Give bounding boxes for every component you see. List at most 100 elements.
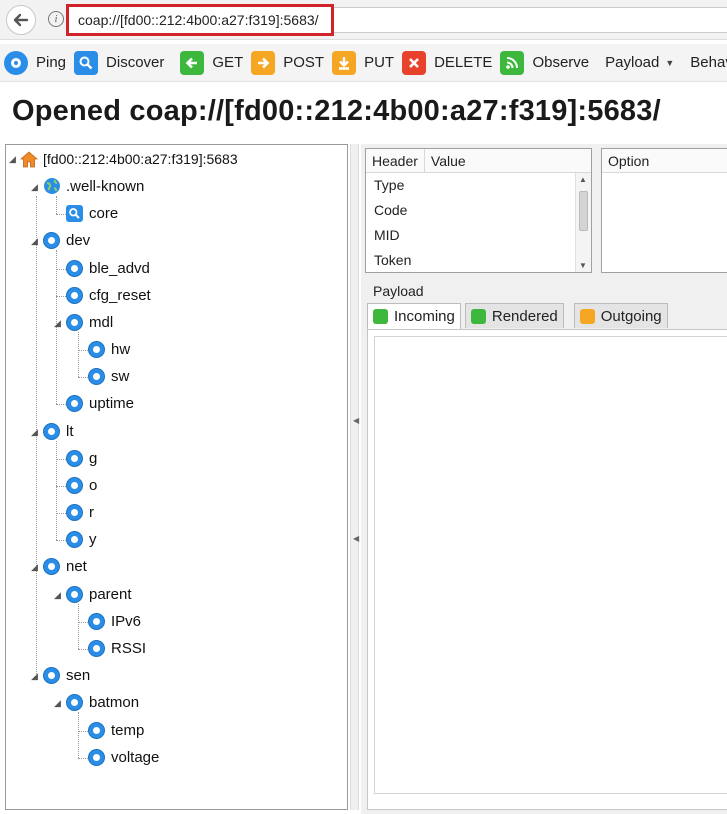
tree-line	[56, 296, 66, 297]
tree-line	[78, 604, 79, 649]
expand-toggle-icon[interactable]: ◢	[54, 590, 61, 601]
tree-node-mdl[interactable]: mdl	[66, 311, 113, 333]
tree-node-label: uptime	[89, 394, 135, 412]
get-button[interactable]: GET	[176, 47, 247, 79]
scroll-thumb[interactable]	[579, 191, 588, 231]
header-table[interactable]: Header Value Type Code MID Token ▲ ▼	[365, 148, 592, 273]
tree-node-r[interactable]: r	[66, 501, 94, 523]
tab-incoming[interactable]: Incoming	[367, 303, 461, 329]
delete-button[interactable]: DELETE	[398, 47, 496, 79]
expand-toggle-icon[interactable]: ◢	[54, 318, 61, 329]
tree-line	[78, 332, 79, 377]
resource-icon	[43, 666, 60, 684]
put-button[interactable]: PUT	[328, 47, 398, 79]
tree-node-label: .well-known	[66, 177, 145, 195]
observe-button[interactable]: Observe	[496, 47, 593, 79]
header-table-head: Header Value	[366, 149, 591, 173]
tree-node-voltage[interactable]: voltage	[88, 746, 159, 768]
tree-node-dev[interactable]: dev	[43, 229, 90, 251]
tree-node-batmon[interactable]: batmon	[66, 691, 139, 713]
rss-icon	[500, 50, 525, 75]
tree-line	[78, 622, 88, 623]
tree-node-rssi[interactable]: RSSI	[88, 637, 146, 659]
tree-node-parent[interactable]: parent	[66, 583, 132, 605]
resource-icon	[66, 476, 83, 494]
behavior-menu[interactable]: Behavior	[686, 47, 727, 79]
payload-menu[interactable]: Payload ▼	[601, 47, 678, 79]
expand-toggle-icon[interactable]: ◢	[31, 671, 38, 682]
option-table[interactable]: Option	[601, 148, 727, 273]
resource-icon	[66, 313, 83, 331]
tree-line	[78, 758, 88, 759]
expand-toggle-icon[interactable]: ◢	[54, 698, 61, 709]
info-icon[interactable]: i	[48, 11, 64, 27]
tab-label: Outgoing	[600, 307, 662, 325]
scroll-down-icon[interactable]: ▼	[579, 261, 587, 270]
tree-node-root[interactable]: [fd00::212:4b00:a27:f319]:5683	[20, 148, 238, 170]
tree-node-sw[interactable]: sw	[88, 365, 129, 387]
tree-node-label: lt	[66, 422, 74, 440]
tree-node-cfg-reset[interactable]: cfg_reset	[66, 284, 151, 306]
panel-splitter[interactable]: ◀ ◀	[350, 144, 359, 810]
header-row-mid: MID	[374, 227, 400, 243]
collapse-left-icon[interactable]: ◀	[353, 534, 359, 543]
tree-line	[78, 649, 88, 650]
ping-button[interactable]: Ping	[0, 47, 70, 79]
tree-node-label: sw	[111, 367, 130, 385]
tree-node-label: cfg_reset	[89, 286, 151, 304]
tree-node-net[interactable]: net	[43, 555, 87, 577]
put-label: PUT	[364, 54, 395, 71]
tree-node-g[interactable]: g	[66, 447, 97, 469]
tree-line	[78, 731, 88, 732]
expand-toggle-icon[interactable]: ◢	[31, 562, 38, 573]
resource-icon	[66, 530, 83, 548]
expand-toggle-icon[interactable]: ◢	[31, 236, 38, 247]
tree-node-label: RSSI	[111, 639, 147, 657]
expand-toggle-icon[interactable]: ◢	[9, 154, 16, 165]
back-button[interactable]	[6, 5, 36, 35]
tree-node-core[interactable]: core	[66, 202, 118, 224]
resource-icon	[66, 394, 83, 412]
tree-node-sen[interactable]: sen	[43, 664, 90, 686]
tree-line	[56, 214, 66, 215]
tree-node-o[interactable]: o	[66, 474, 97, 496]
column-value[interactable]: Value	[425, 149, 585, 172]
url-input[interactable]: coap://[fd00::212:4b00:a27:f319]:5683/	[66, 4, 334, 36]
tab-outgoing[interactable]: Outgoing	[573, 303, 668, 328]
tree-node-temp[interactable]: temp	[88, 719, 144, 741]
tree-node-hw[interactable]: hw	[88, 338, 130, 360]
tree-node-well-known[interactable]: .well-known	[43, 175, 144, 197]
tree-node-uptime[interactable]: uptime	[66, 392, 134, 414]
magnifier-icon	[74, 50, 99, 75]
expand-toggle-icon[interactable]: ◢	[31, 182, 38, 193]
tree-node-label: core	[89, 204, 119, 222]
tab-rendered[interactable]: Rendered	[464, 303, 564, 328]
tree-node-y[interactable]: y	[66, 528, 97, 550]
post-button[interactable]: POST	[247, 47, 328, 79]
tree-line	[56, 269, 66, 270]
tab-label: Incoming	[394, 308, 455, 325]
tree-node-ipv6[interactable]: IPv6	[88, 610, 141, 632]
discover-button[interactable]: Discover	[70, 47, 168, 79]
header-table-scrollbar[interactable]: ▲ ▼	[575, 173, 591, 272]
column-option[interactable]: Option	[602, 149, 727, 173]
behavior-menu-label: Behavior	[690, 54, 727, 71]
payload-text-area[interactable]	[374, 336, 727, 794]
resource-icon	[43, 557, 60, 575]
column-header[interactable]: Header	[366, 149, 425, 172]
resource-icon	[66, 693, 83, 711]
tree-node-ble-advd[interactable]: ble_advd	[66, 257, 150, 279]
tree-node-label: dev	[66, 231, 91, 249]
resource-icon	[88, 639, 105, 657]
url-field-extension[interactable]	[334, 7, 727, 33]
resource-icon	[43, 422, 60, 440]
tree-node-lt[interactable]: lt	[43, 420, 74, 442]
page-title: Opened coap://[fd00::212:4b00:a27:f319]:…	[12, 95, 661, 127]
tree-node-label: hw	[111, 340, 131, 358]
expand-toggle-icon[interactable]: ◢	[31, 427, 38, 438]
tree-line	[56, 540, 66, 541]
payload-label: Payload	[373, 283, 424, 299]
scroll-up-icon[interactable]: ▲	[579, 175, 587, 184]
tree-line	[56, 441, 57, 540]
collapse-left-icon[interactable]: ◀	[353, 416, 359, 425]
